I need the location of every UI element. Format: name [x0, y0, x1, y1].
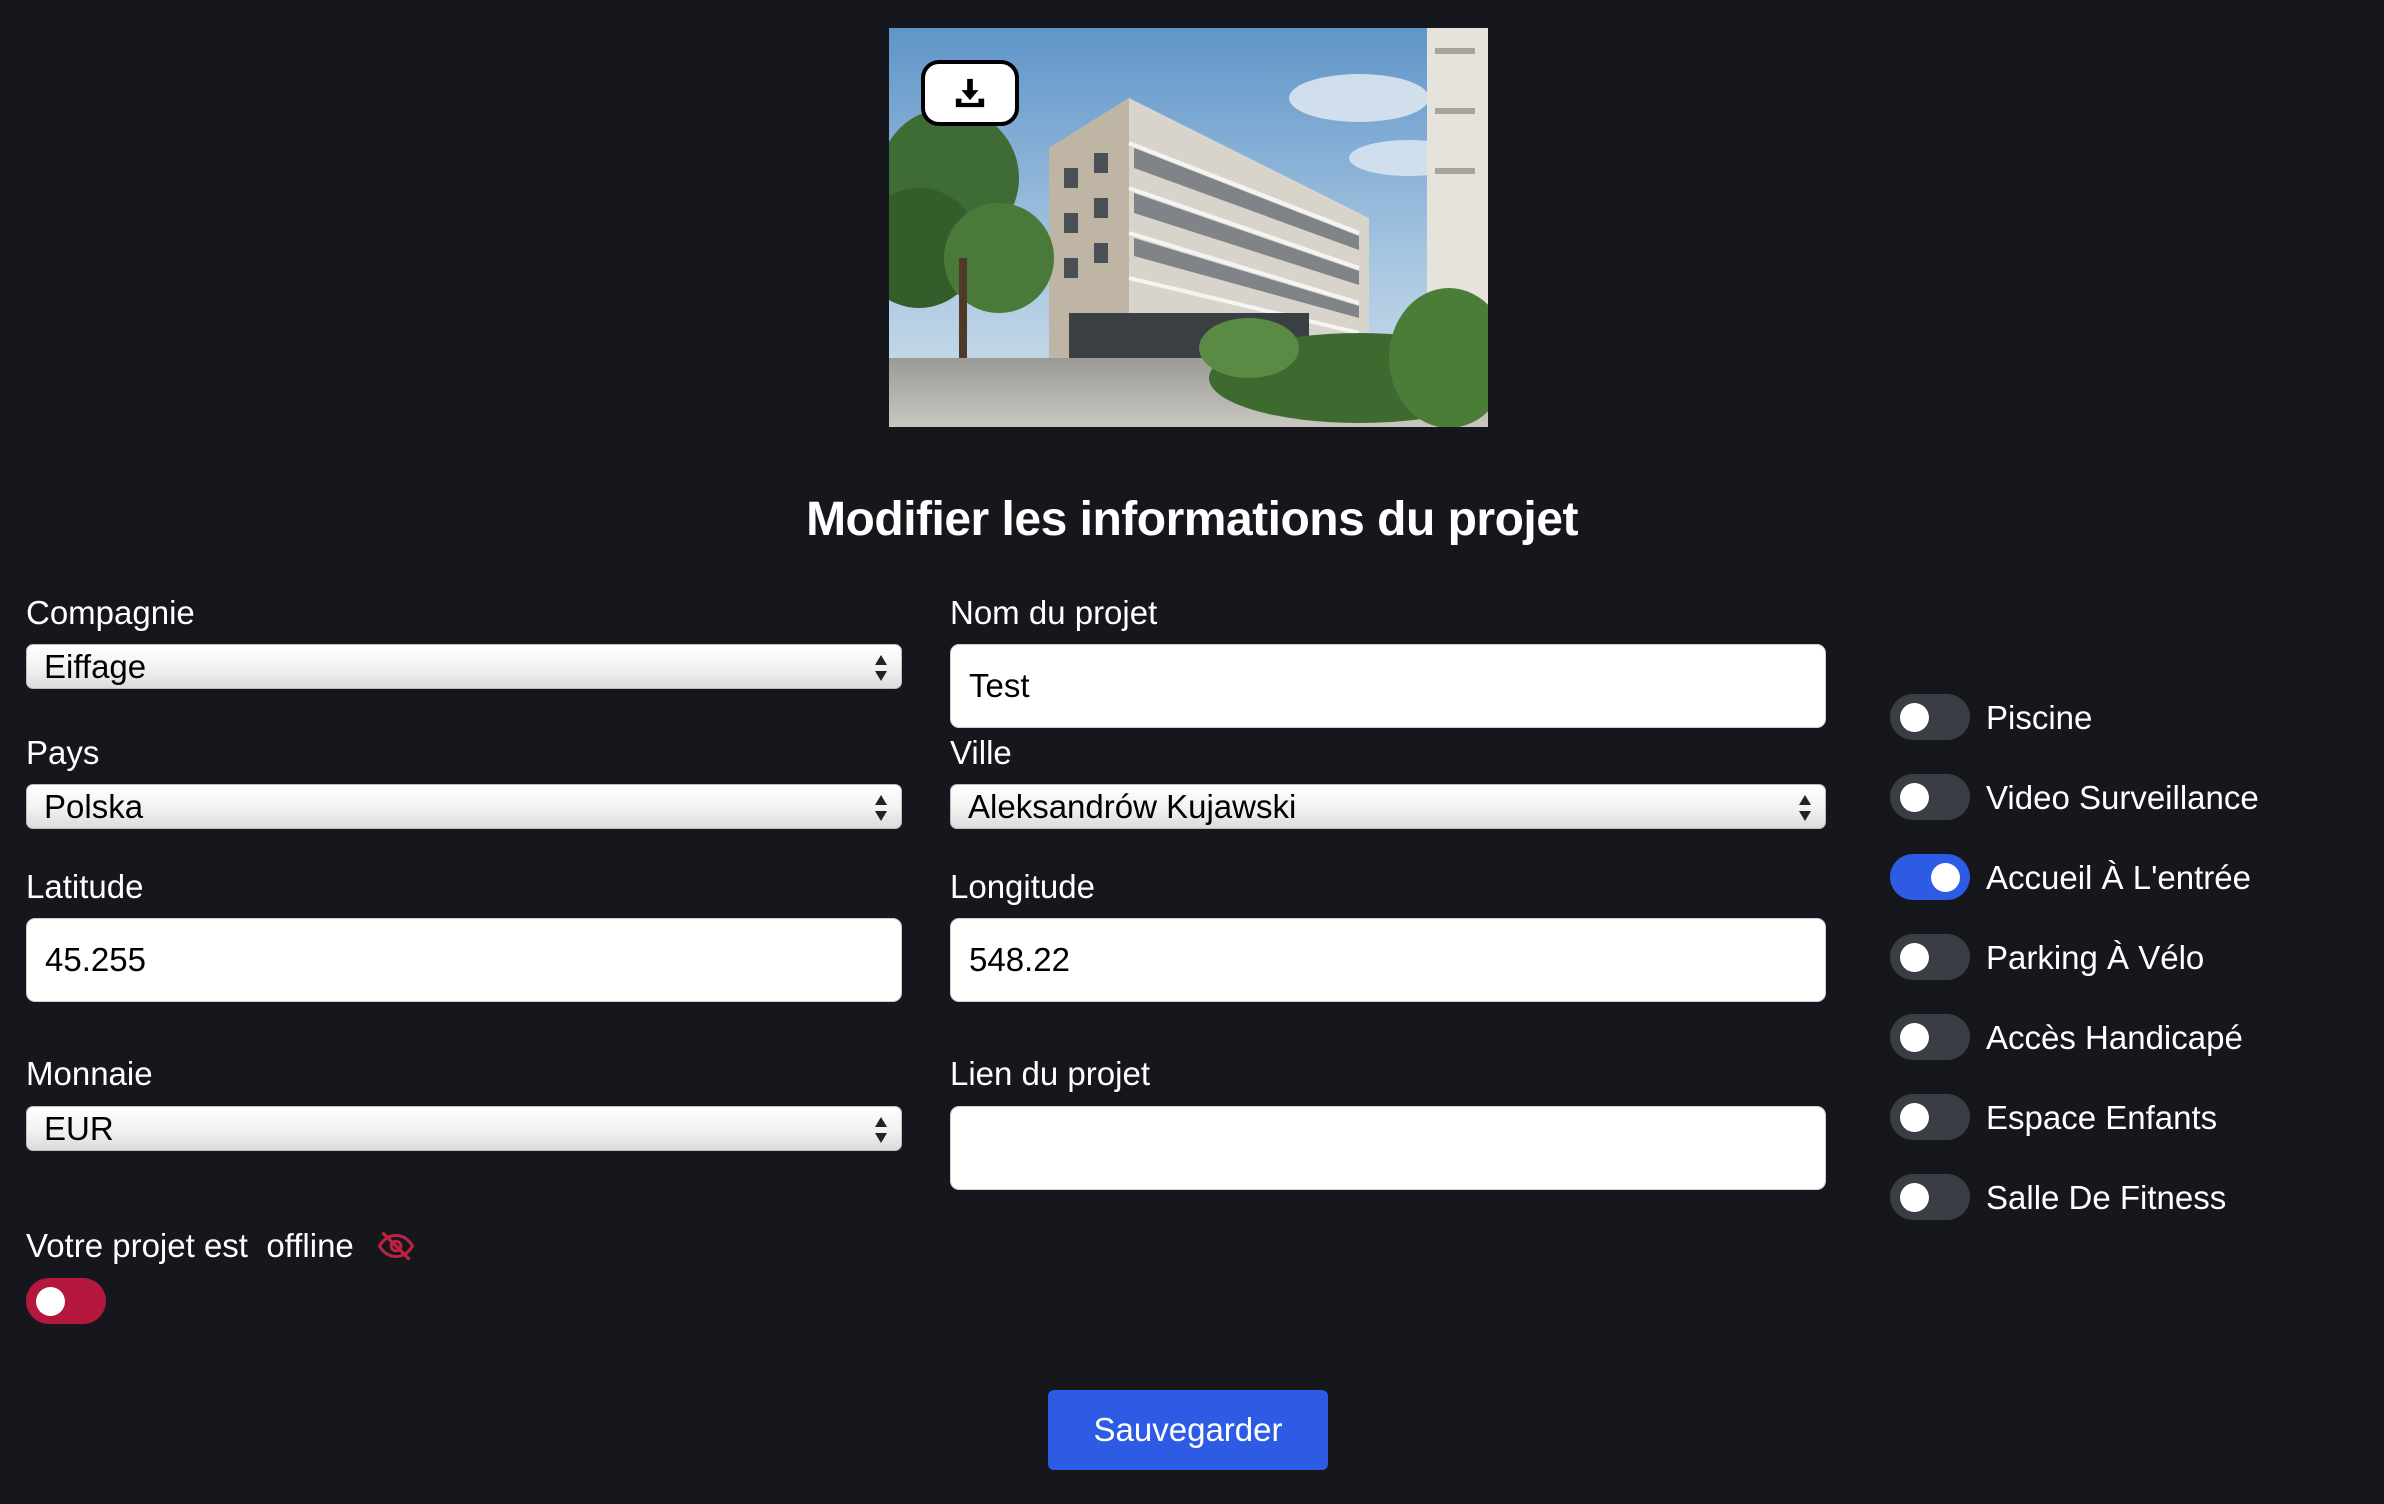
amenity-label-acces-handicape: Accès Handicapé	[1986, 1019, 2243, 1056]
country-value: Polska	[44, 787, 144, 825]
sort-arrows-icon	[875, 795, 887, 821]
city-select[interactable]: Aleksandrów Kujawski	[950, 784, 1826, 829]
city-value: Aleksandrów Kujawski	[968, 787, 1297, 825]
toggle-knob	[1900, 1023, 1929, 1052]
eye-slash-icon	[377, 1231, 415, 1261]
toggle-knob	[1900, 1103, 1929, 1132]
amenity-toggle-video-surveillance[interactable]	[1890, 774, 1970, 820]
sort-arrows-icon	[875, 655, 887, 681]
sort-arrows-icon	[875, 1117, 887, 1143]
latitude-label: Latitude	[26, 868, 144, 905]
amenity-label-espace-enfants: Espace Enfants	[1986, 1099, 2218, 1136]
latitude-input[interactable]: 45.255	[26, 918, 902, 1002]
offline-label: Votre projet est offline	[26, 1227, 415, 1265]
amenity-toggle-parking-velo[interactable]	[1890, 934, 1970, 980]
upload-image-button[interactable]	[921, 60, 1019, 126]
company-select[interactable]: Eiffage	[26, 644, 902, 689]
currency-value: EUR	[44, 1109, 114, 1147]
project-name-label: Nom du projet	[950, 594, 1158, 631]
currency-label: Monnaie	[26, 1055, 153, 1092]
page-title: Modifier les informations du projet	[806, 493, 1578, 546]
toggle-knob	[1900, 1183, 1929, 1212]
download-tray-icon	[955, 78, 985, 108]
amenity-label-piscine: Piscine	[1986, 699, 2093, 736]
project-link-label: Lien du projet	[950, 1055, 1150, 1092]
project-link-input[interactable]	[950, 1106, 1826, 1190]
city-label: Ville	[950, 734, 1012, 771]
company-label: Compagnie	[26, 594, 195, 631]
amenity-label-salle-fitness: Salle De Fitness	[1986, 1179, 2227, 1216]
save-button[interactable]: Sauvegarder	[1048, 1390, 1328, 1470]
offline-label-prefix: Votre projet est	[26, 1227, 248, 1264]
amenity-toggle-acces-handicape[interactable]	[1890, 1014, 1970, 1060]
country-select[interactable]: Polska	[26, 784, 902, 829]
longitude-value: 548.22	[969, 941, 1070, 978]
toggle-knob	[1900, 783, 1929, 812]
latitude-value: 45.255	[45, 941, 146, 978]
amenity-label-parking-velo: Parking À Vélo	[1986, 939, 2205, 976]
amenity-toggle-piscine[interactable]	[1890, 694, 1970, 740]
amenity-label-accueil: Accueil À L'entrée	[1986, 859, 2251, 896]
project-name-value: Test	[969, 667, 1030, 704]
longitude-input[interactable]: 548.22	[950, 918, 1826, 1002]
sort-arrows-icon	[1799, 795, 1811, 821]
project-image	[889, 28, 1488, 427]
toggle-knob	[1931, 863, 1960, 892]
amenity-toggle-salle-fitness[interactable]	[1890, 1174, 1970, 1220]
currency-select[interactable]: EUR	[26, 1106, 902, 1151]
amenity-label-video-surveillance: Video Surveillance	[1986, 779, 2259, 816]
toggle-knob	[1900, 703, 1929, 732]
longitude-label: Longitude	[950, 868, 1095, 905]
toggle-knob	[36, 1287, 65, 1316]
project-name-input[interactable]: Test	[950, 644, 1826, 728]
amenity-toggle-espace-enfants[interactable]	[1890, 1094, 1970, 1140]
company-value: Eiffage	[44, 647, 147, 685]
amenity-toggle-accueil[interactable]	[1890, 854, 1970, 900]
offline-status: offline	[266, 1227, 354, 1264]
offline-toggle[interactable]	[26, 1278, 106, 1324]
country-label: Pays	[26, 734, 100, 771]
toggle-knob	[1900, 943, 1929, 972]
